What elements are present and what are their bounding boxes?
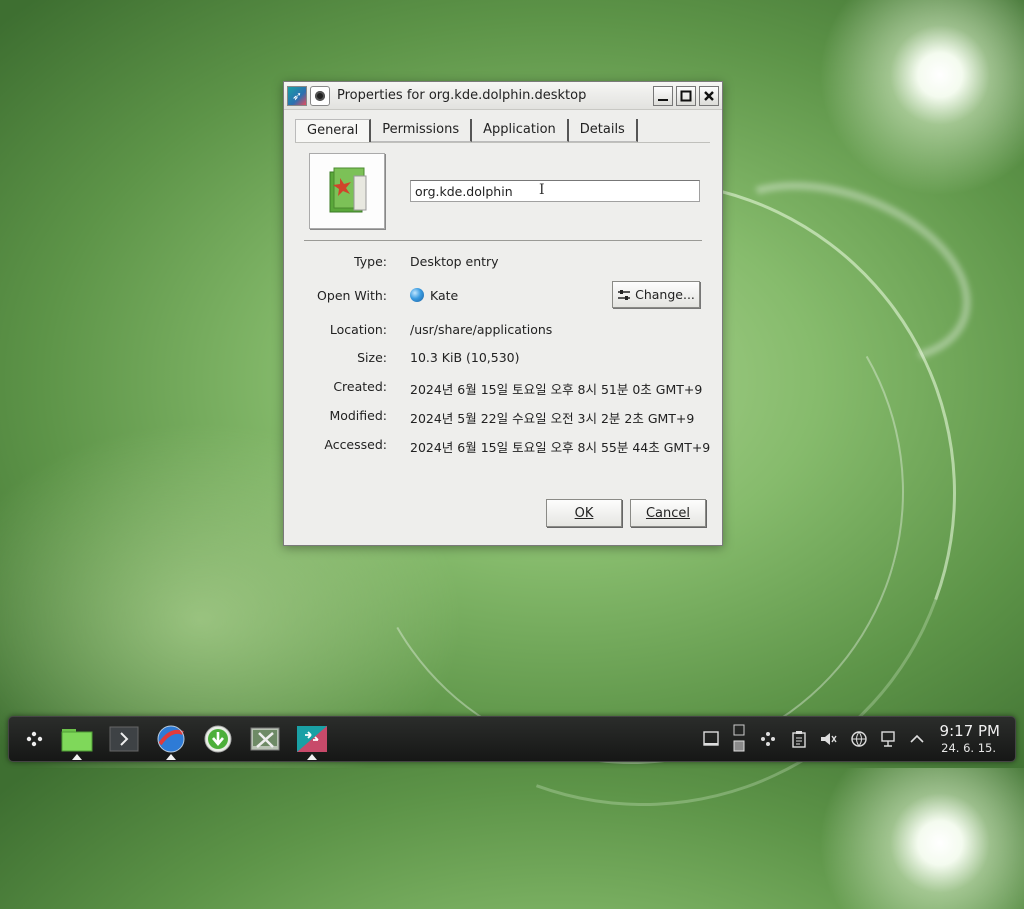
created-value: 2024년 6월 15일 토요일 오후 8시 51분 0초 GMT+9 <box>410 382 703 397</box>
browser-icon <box>157 725 185 753</box>
active-marker <box>166 754 176 760</box>
accessed-value: 2024년 6월 15일 토요일 오후 8시 55분 44초 GMT+9 <box>410 440 711 455</box>
terminal-icon <box>109 726 139 752</box>
tab-details[interactable]: Details <box>568 119 638 142</box>
clipboard-icon[interactable] <box>789 729 809 749</box>
wired-network-icon[interactable] <box>879 729 899 749</box>
minimize-button[interactable] <box>653 85 673 106</box>
minimize-icon <box>658 98 668 101</box>
maximize-button[interactable] <box>676 85 696 106</box>
settings-tools-icon <box>250 727 280 751</box>
settings-sliders-icon <box>618 289 631 300</box>
globe-network-icon[interactable] <box>849 729 869 749</box>
settings-tools-button[interactable] <box>248 723 282 755</box>
text-cursor-icon: I <box>539 182 545 198</box>
active-marker <box>307 754 317 760</box>
window-title: Properties for org.kde.dolphin.desktop <box>337 88 587 103</box>
terminal-button[interactable] <box>107 723 141 755</box>
pin-icon[interactable] <box>310 85 330 106</box>
location-row: Location: /usr/share/applications <box>284 322 722 342</box>
browser-button[interactable] <box>154 723 188 760</box>
title-bar[interactable]: ➶ Properties for org.kde.dolphin.desktop <box>284 82 722 110</box>
modified-label: Modified: <box>329 408 387 423</box>
expand-tray-icon[interactable] <box>907 729 927 749</box>
download-button[interactable] <box>201 723 235 755</box>
size-row: Size: 10.3 KiB (10,530) <box>284 350 722 370</box>
created-row: Created: 2024년 6월 15일 토요일 오후 8시 51분 0초 G… <box>284 379 722 399</box>
file-manager-icon <box>61 729 93 752</box>
cancel-button-label: Cancel <box>645 505 691 521</box>
modified-row: Modified: 2024년 5월 22일 수요일 오전 3시 2분 2초 G… <box>284 408 722 428</box>
tab-bar: General Permissions Application Details <box>295 119 638 142</box>
tab-application[interactable]: Application <box>472 119 569 142</box>
tab-divider <box>295 142 710 143</box>
properties-dialog: ➶ Properties for org.kde.dolphin.desktop… <box>283 81 723 546</box>
launcher-icon <box>26 731 43 747</box>
download-icon <box>204 725 232 753</box>
change-button[interactable]: Change... <box>612 281 700 308</box>
clock-time[interactable]: 9:17 PM <box>940 722 1000 740</box>
open-with-value: Kate <box>410 288 458 303</box>
app-icon <box>297 726 327 752</box>
tab-general[interactable]: General <box>295 119 372 142</box>
maximize-icon <box>680 90 692 101</box>
location-value: /usr/share/applications <box>410 322 553 337</box>
volume-muted-icon[interactable] <box>818 729 838 749</box>
clock-date[interactable]: 24. 6. 15. <box>941 741 996 755</box>
created-label: Created: <box>333 379 387 394</box>
accessed-row: Accessed: 2024년 6월 15일 토요일 오후 8시 55분 44초… <box>284 437 722 457</box>
open-with-app: Kate <box>430 288 459 303</box>
ok-button-label: OK <box>574 505 594 521</box>
ok-button[interactable]: OK <box>546 499 622 527</box>
active-marker <box>72 754 82 760</box>
accessed-label: Accessed: <box>324 437 387 452</box>
modified-value: 2024년 5월 22일 수요일 오전 3시 2분 2초 GMT+9 <box>410 411 695 426</box>
size-label: Size: <box>357 350 387 365</box>
cancel-button[interactable]: Cancel <box>630 499 706 527</box>
type-row: Type: Desktop entry <box>284 254 722 274</box>
taskbar: 9:17 PM 24. 6. 15. <box>8 716 1016 762</box>
network-share-icon[interactable] <box>758 729 778 749</box>
launcher-button[interactable] <box>17 723 51 755</box>
kate-app-icon <box>410 288 424 302</box>
type-label: Type: <box>354 254 387 269</box>
file-manager-button[interactable] <box>60 723 94 760</box>
app-icon[interactable]: ➶ <box>287 85 307 106</box>
separator <box>304 240 702 241</box>
show-desktop-icon[interactable] <box>701 729 721 749</box>
file-icon-button[interactable] <box>309 153 385 229</box>
close-icon <box>704 90 714 101</box>
pager-icon[interactable] <box>729 722 749 756</box>
change-button-label: Change... <box>635 287 695 302</box>
tab-permissions[interactable]: Permissions <box>371 119 473 142</box>
size-value: 10.3 KiB (10,530) <box>410 350 520 365</box>
properties-task-button[interactable] <box>295 723 329 760</box>
desktop-file-icon <box>329 167 367 213</box>
open-with-label: Open With: <box>317 288 387 303</box>
location-label: Location: <box>329 322 387 337</box>
name-field[interactable] <box>410 180 700 202</box>
type-value: Desktop entry <box>410 254 499 269</box>
close-button[interactable] <box>699 85 719 106</box>
